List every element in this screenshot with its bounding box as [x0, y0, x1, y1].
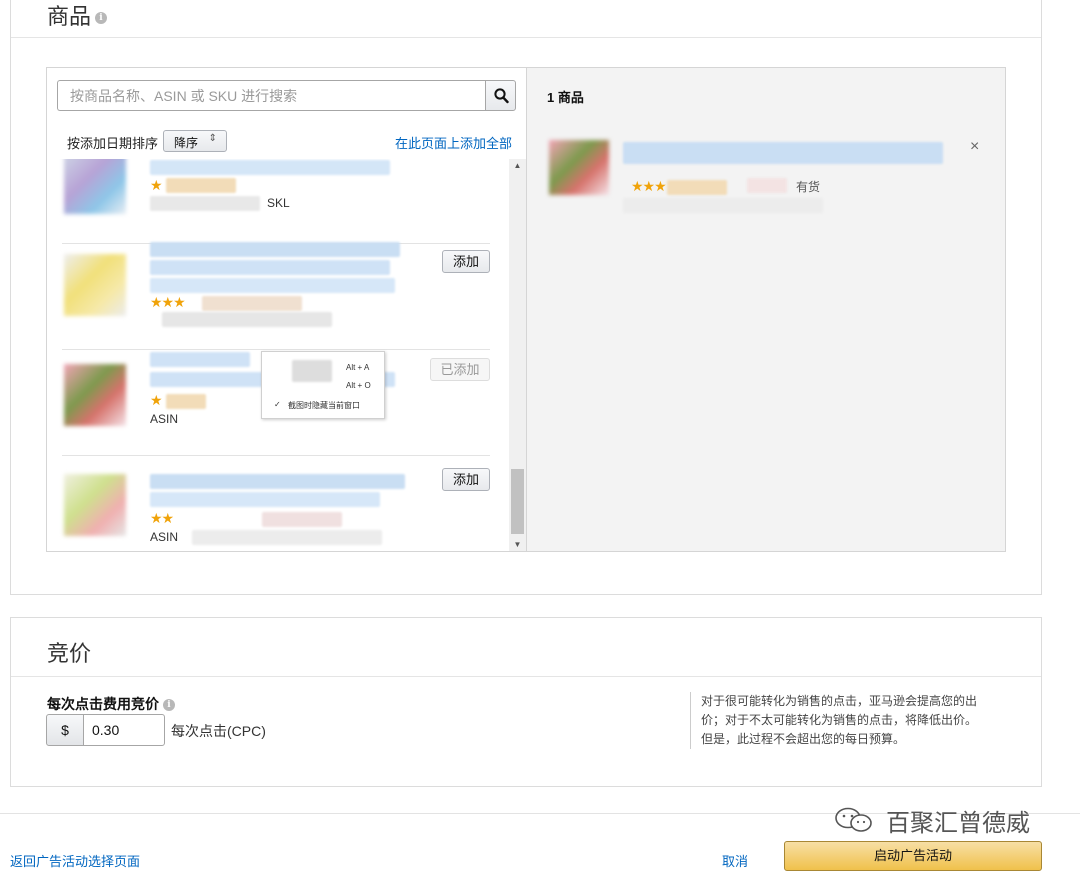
- product-title-blurred: [150, 352, 250, 367]
- scroll-thumb[interactable]: [511, 469, 524, 534]
- wechat-icon: [834, 806, 876, 837]
- product-title-blurred: [150, 260, 390, 275]
- sku-label: SKL: [267, 196, 290, 210]
- back-to-campaign-link[interactable]: 返回广告活动选择页面: [10, 851, 140, 870]
- context-menu-shortcut[interactable]: Alt + A: [346, 363, 369, 372]
- cpc-bid-label: 每次点击费用竞价 i: [47, 694, 175, 714]
- blurred-menu-item: [292, 360, 332, 382]
- currency-prefix: $: [46, 714, 84, 746]
- blurred-info: [667, 180, 727, 195]
- rating-stars: ★★: [150, 510, 174, 526]
- rating-stars: ★★★: [631, 178, 667, 194]
- list-scrollbar[interactable]: ▲ ▼: [509, 159, 526, 551]
- blurred-info: [166, 178, 236, 193]
- added-button[interactable]: 已添加: [430, 358, 490, 381]
- watermark-text: 百聚汇曾德威: [886, 809, 1030, 837]
- add-all-link[interactable]: 在此页面上添加全部: [395, 133, 512, 152]
- sort-row: 按添加日期排序 降序 ⇕ 在此页面上添加全部: [67, 130, 512, 154]
- cpc-bid-input[interactable]: [83, 714, 165, 746]
- sort-arrow-icon: ⇕: [208, 133, 217, 144]
- check-icon: ✓: [274, 400, 281, 409]
- search-icon: [494, 88, 509, 104]
- product-thumbnail: [64, 254, 126, 316]
- blurred-info: [192, 530, 382, 545]
- search-bar: [57, 80, 516, 111]
- blurred-info: [623, 198, 823, 213]
- list-item: ★★ ASIN 添加: [62, 456, 490, 551]
- info-icon[interactable]: i: [95, 12, 108, 25]
- add-button[interactable]: 添加: [442, 468, 490, 491]
- scroll-up-icon[interactable]: ▲: [509, 159, 526, 173]
- blurred-info: [166, 394, 206, 409]
- screenshot-context-menu: Alt + A Alt + O ✓ 截图时隐藏当前窗口: [261, 351, 385, 419]
- product-title-blurred: [150, 474, 405, 489]
- info-icon[interactable]: i: [163, 699, 175, 712]
- product-title-blurred: [623, 142, 943, 164]
- blurred-info: [262, 512, 342, 527]
- add-button[interactable]: 添加: [442, 250, 490, 273]
- rating-stars: ★: [150, 177, 163, 193]
- search-input[interactable]: [57, 80, 485, 111]
- remove-icon[interactable]: ×: [970, 138, 979, 156]
- context-menu-shortcut[interactable]: Alt + O: [346, 381, 371, 390]
- selected-products-box: 1 商品 ★★★ 有货 ×: [526, 67, 1006, 552]
- cancel-button[interactable]: 取消: [722, 851, 748, 870]
- divider: [11, 37, 1041, 38]
- cpc-unit-label: 每次点击(CPC): [171, 723, 266, 739]
- asin-label: ASIN: [150, 412, 179, 426]
- cpc-bid-field: $: [46, 714, 166, 746]
- rating-stars: ★★★: [150, 294, 186, 310]
- product-title-blurred: [150, 160, 390, 175]
- product-thumbnail: [64, 364, 126, 426]
- product-search-list: 按添加日期排序 降序 ⇕ 在此页面上添加全部 ★ SKL 添加 ★★★: [46, 67, 527, 552]
- product-thumbnail: [549, 140, 609, 195]
- blurred-info: [747, 178, 787, 193]
- list-item: ★ SKL 添加: [62, 159, 490, 244]
- divider: [11, 676, 1041, 677]
- blurred-info: [150, 196, 260, 211]
- sort-label: 按添加日期排序: [67, 136, 159, 151]
- list-item: ★★★ 添加: [62, 242, 490, 350]
- bid-title: 竞价: [47, 641, 92, 666]
- product-thumbnail: [64, 159, 126, 214]
- context-menu-item[interactable]: 截图时隐藏当前窗口: [288, 400, 360, 411]
- selected-count: 1 商品: [547, 90, 584, 105]
- stock-status: 有货: [796, 180, 821, 194]
- sort-select[interactable]: 降序 ⇕: [163, 130, 227, 152]
- search-button[interactable]: [485, 80, 516, 111]
- rating-stars: ★: [150, 392, 163, 408]
- product-thumbnail: [64, 474, 126, 536]
- bid-help-text: 对于很可能转化为销售的点击，亚马逊会提高您的出 价；对于不太可能转化为销售的点击…: [690, 692, 1020, 749]
- asin-label: ASIN: [150, 530, 179, 544]
- product-title-blurred: [150, 242, 400, 257]
- scroll-down-icon[interactable]: ▼: [509, 538, 526, 551]
- product-title-blurred: [150, 492, 380, 507]
- product-title-blurred: [150, 278, 395, 293]
- blurred-info: [162, 312, 332, 327]
- blurred-info: [202, 296, 302, 311]
- products-title: 商品 i: [47, 0, 108, 31]
